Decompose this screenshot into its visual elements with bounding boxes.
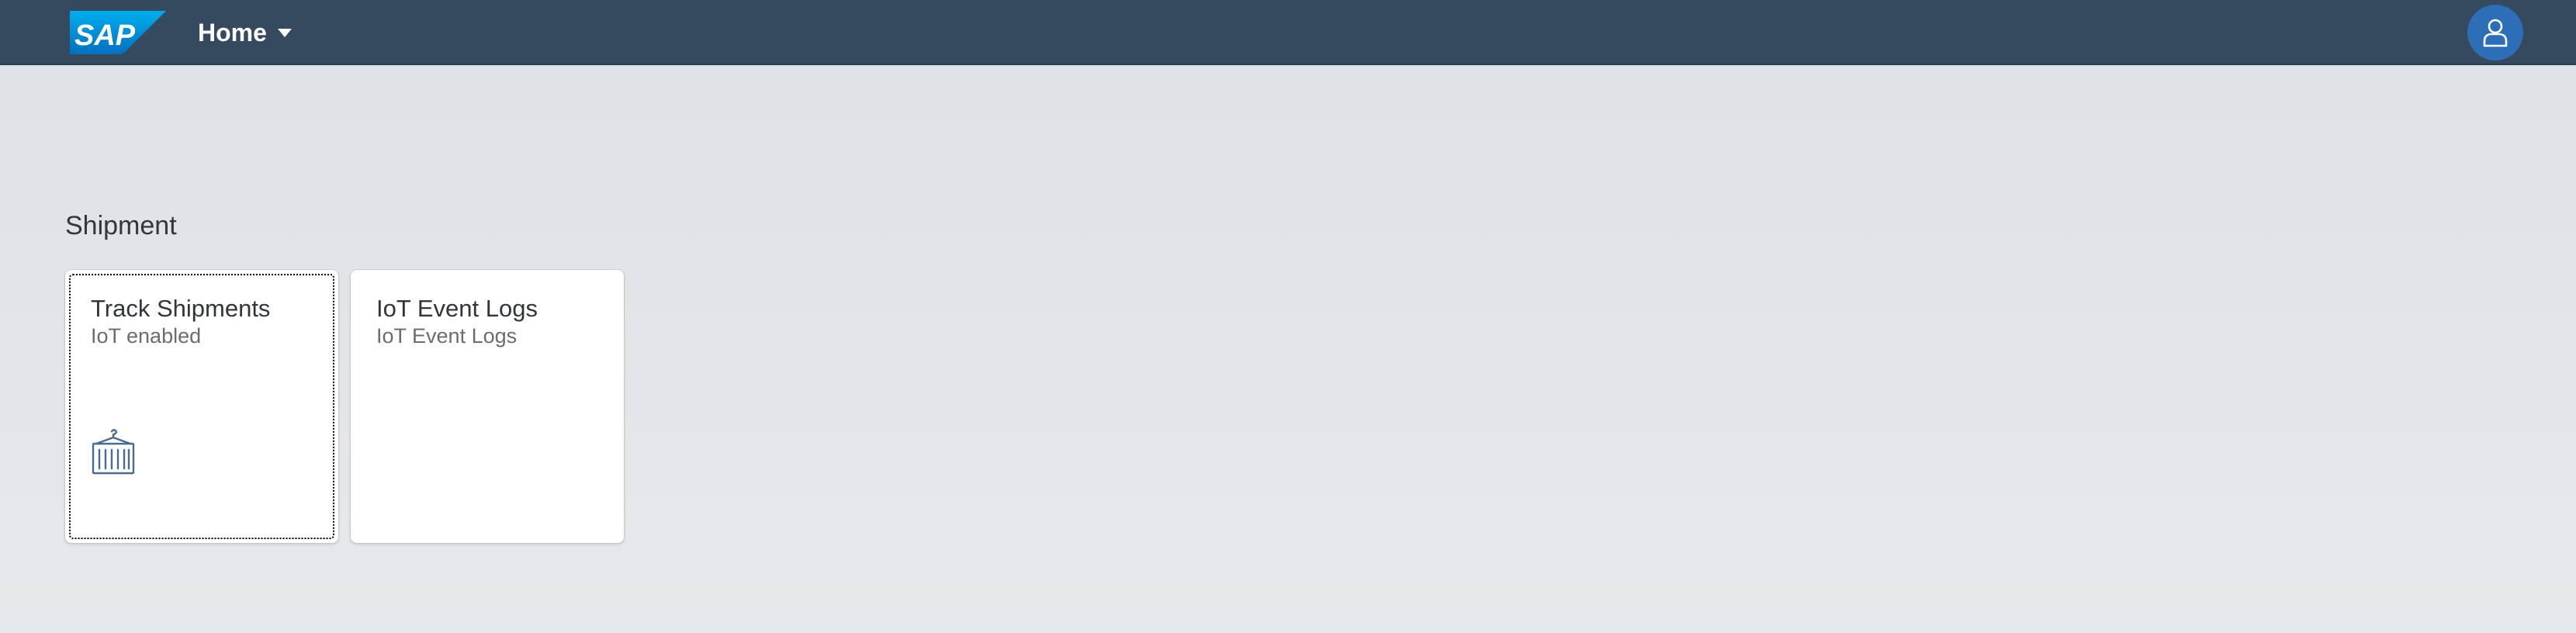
caret-down-icon (277, 28, 292, 37)
tile-title: Track Shipments (91, 295, 271, 322)
home-menu-button[interactable]: Home (198, 0, 292, 65)
tile-subtitle: IoT Event Logs (376, 324, 518, 348)
user-icon (2483, 19, 2508, 47)
tile-track-shipments[interactable]: Track Shipments IoT enabled (65, 270, 338, 543)
shipping-container-icon (92, 429, 135, 475)
svg-text:SAP: SAP (74, 19, 136, 52)
group-title: Shipment (65, 211, 177, 240)
tile-iot-event-logs[interactable]: IoT Event Logs IoT Event Logs (351, 270, 624, 543)
tile-subtitle: IoT enabled (91, 324, 202, 348)
sap-logo[interactable]: SAP (70, 11, 166, 54)
user-avatar-button[interactable] (2467, 5, 2523, 61)
home-label: Home (198, 18, 267, 47)
tile-title: IoT Event Logs (376, 295, 538, 322)
shell-bar: SAP Home (0, 0, 2576, 65)
